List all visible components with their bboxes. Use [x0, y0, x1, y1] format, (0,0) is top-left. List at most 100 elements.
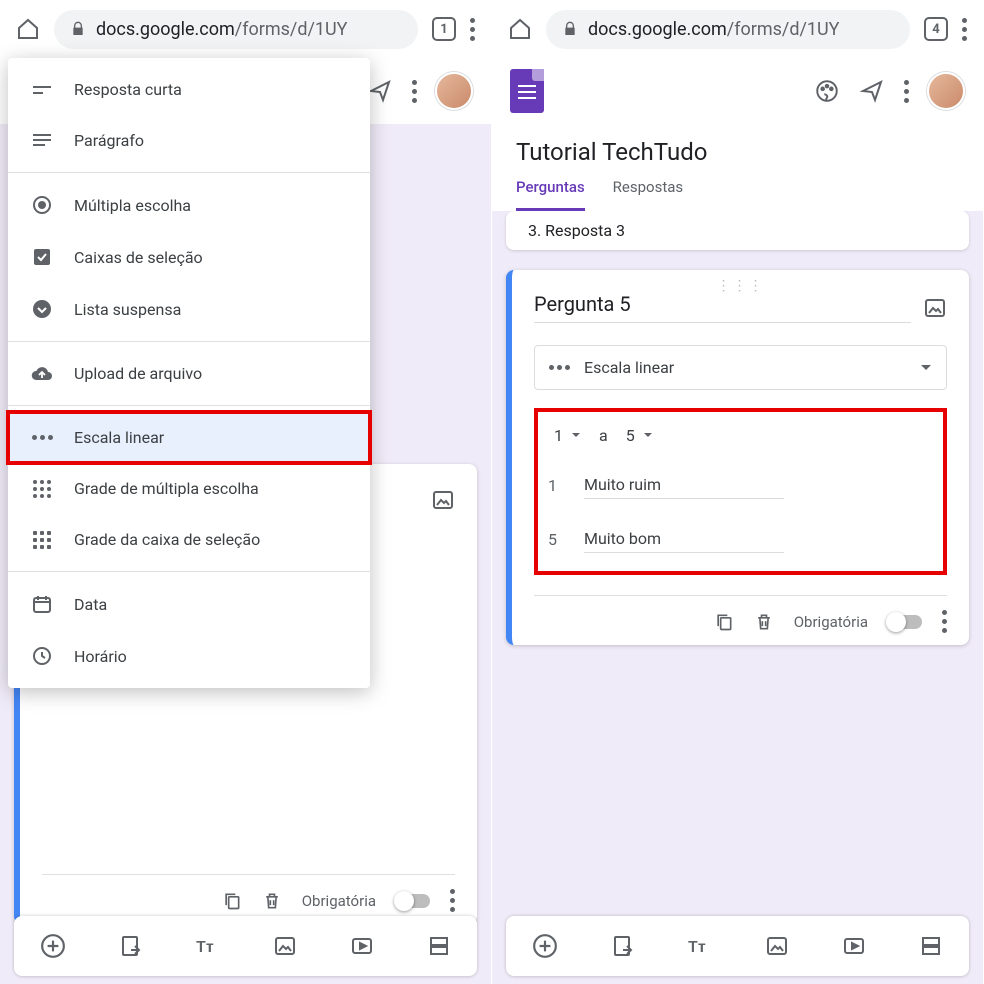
import-questions-icon[interactable] [611, 934, 635, 958]
drag-handle-icon[interactable]: ⋮⋮⋮ [717, 278, 765, 294]
range-from-select[interactable]: 1 [554, 426, 581, 445]
tab-count[interactable]: 4 [924, 17, 948, 41]
avatar[interactable] [435, 72, 473, 110]
url-text: docs.google.com/forms/d/1UY [96, 19, 348, 40]
url-text: docs.google.com/forms/d/1UY [588, 19, 840, 40]
delete-icon[interactable] [754, 611, 774, 633]
question-type-menu: Resposta curta Parágrafo Múltipla escolh… [8, 58, 370, 688]
url-bar[interactable]: docs.google.com/forms/d/1UY [546, 10, 910, 49]
copy-icon[interactable] [714, 611, 734, 633]
browser-menu-icon[interactable] [470, 18, 475, 41]
copy-icon[interactable] [222, 890, 242, 912]
menu-divider [8, 341, 370, 342]
required-toggle[interactable] [888, 615, 922, 629]
add-video-icon[interactable] [350, 934, 374, 958]
grid-radio-icon [33, 480, 51, 498]
add-image-toolbar-icon[interactable] [765, 934, 789, 958]
palette-icon[interactable] [814, 78, 840, 104]
menu-label: Múltipla escolha [74, 196, 191, 215]
question-type-select[interactable]: Escala linear [534, 345, 947, 390]
add-title-icon[interactable]: Tᴛ [688, 936, 712, 956]
send-icon[interactable] [858, 79, 886, 103]
dropdown-icon [32, 299, 52, 319]
checkbox-icon [32, 247, 52, 267]
form-title[interactable]: Tutorial TechTudo [516, 138, 959, 166]
range-connector: a [599, 426, 608, 445]
browser-bar: docs.google.com/forms/d/1UY 1 [0, 0, 491, 58]
menu-multiple-choice[interactable]: Múltipla escolha [8, 179, 370, 231]
send-icon[interactable] [366, 79, 394, 103]
add-video-icon[interactable] [842, 934, 866, 958]
linear-scale-icon [549, 365, 570, 370]
range-to-value: 5 [626, 426, 635, 445]
menu-file-upload[interactable]: Upload de arquivo [8, 348, 370, 399]
range-to-select[interactable]: 5 [626, 426, 653, 445]
menu-dropdown[interactable]: Lista suspensa [8, 283, 370, 335]
range-from-value: 1 [554, 426, 563, 445]
tab-questions[interactable]: Perguntas [516, 178, 585, 211]
lock-icon [70, 20, 86, 38]
label-high-row: 5 [548, 525, 933, 553]
scale-range-row: 1 a 5 [548, 426, 933, 445]
menu-checkboxes[interactable]: Caixas de seleção [8, 231, 370, 283]
bottom-toolbar: Tᴛ [14, 916, 477, 976]
highlight-box: 1 a 5 1 5 [534, 408, 947, 575]
question-more-icon[interactable] [450, 889, 455, 912]
delete-icon[interactable] [262, 890, 282, 912]
required-label: Obrigatória [794, 613, 868, 631]
import-questions-icon[interactable] [119, 934, 143, 958]
menu-time[interactable]: Horário [8, 630, 370, 682]
tab-count[interactable]: 1 [432, 17, 456, 41]
tab-responses[interactable]: Respostas [613, 178, 683, 211]
menu-label: Escala linear [74, 428, 164, 447]
required-label: Obrigatória [302, 892, 376, 910]
menu-label: Caixas de seleção [74, 248, 203, 267]
chevron-down-icon [920, 364, 932, 372]
menu-short-answer[interactable]: Resposta curta [8, 64, 370, 115]
lock-icon [562, 20, 578, 38]
add-image-icon[interactable] [923, 296, 947, 320]
svg-text:Tᴛ: Tᴛ [688, 937, 706, 956]
app-header [492, 58, 983, 124]
menu-date[interactable]: Data [8, 578, 370, 630]
menu-label: Grade da caixa de seleção [74, 530, 260, 549]
add-question-icon[interactable] [40, 933, 66, 959]
radio-icon [32, 195, 52, 215]
screen-left: docs.google.com/forms/d/1UY 1 Obrigatóri… [0, 0, 492, 984]
cloud-upload-icon [31, 366, 53, 382]
clock-icon [32, 646, 52, 666]
question-title-input[interactable]: Pergunta 5 [534, 292, 911, 323]
question-more-icon[interactable] [942, 610, 947, 633]
home-icon[interactable] [508, 17, 532, 41]
add-title-icon[interactable]: Tᴛ [196, 936, 220, 956]
menu-divider [8, 172, 370, 173]
question-card: ⋮⋮⋮ Pergunta 5 Escala linear 1 a [506, 270, 969, 645]
menu-label: Resposta curta [74, 80, 182, 99]
home-icon[interactable] [16, 17, 40, 41]
menu-label: Horário [74, 647, 127, 666]
chevron-down-icon [643, 432, 653, 439]
required-toggle[interactable] [396, 894, 430, 908]
browser-menu-icon[interactable] [962, 18, 967, 41]
add-section-icon[interactable] [427, 934, 451, 958]
forms-logo-icon[interactable] [510, 69, 544, 113]
add-image-toolbar-icon[interactable] [273, 934, 297, 958]
menu-paragraph[interactable]: Parágrafo [8, 115, 370, 166]
menu-linear-scale[interactable]: Escala linear [8, 412, 370, 463]
add-section-icon[interactable] [919, 934, 943, 958]
previous-answer: 3. Resposta 3 [506, 211, 969, 250]
label-high-input[interactable] [584, 525, 784, 553]
svg-text:Tᴛ: Tᴛ [196, 937, 214, 956]
menu-label: Grade de múltipla escolha [74, 479, 259, 498]
label-low-input[interactable] [584, 471, 784, 499]
more-icon[interactable] [904, 80, 909, 103]
add-image-icon[interactable] [431, 488, 455, 512]
more-icon[interactable] [412, 80, 417, 103]
add-question-icon[interactable] [532, 933, 558, 959]
url-bar[interactable]: docs.google.com/forms/d/1UY [54, 10, 418, 49]
title-block: Tutorial TechTudo Perguntas Respostas [492, 124, 983, 211]
menu-mc-grid[interactable]: Grade de múltipla escolha [8, 463, 370, 514]
browser-bar: docs.google.com/forms/d/1UY 4 [492, 0, 983, 58]
menu-cb-grid[interactable]: Grade da caixa de seleção [8, 514, 370, 565]
avatar[interactable] [927, 72, 965, 110]
